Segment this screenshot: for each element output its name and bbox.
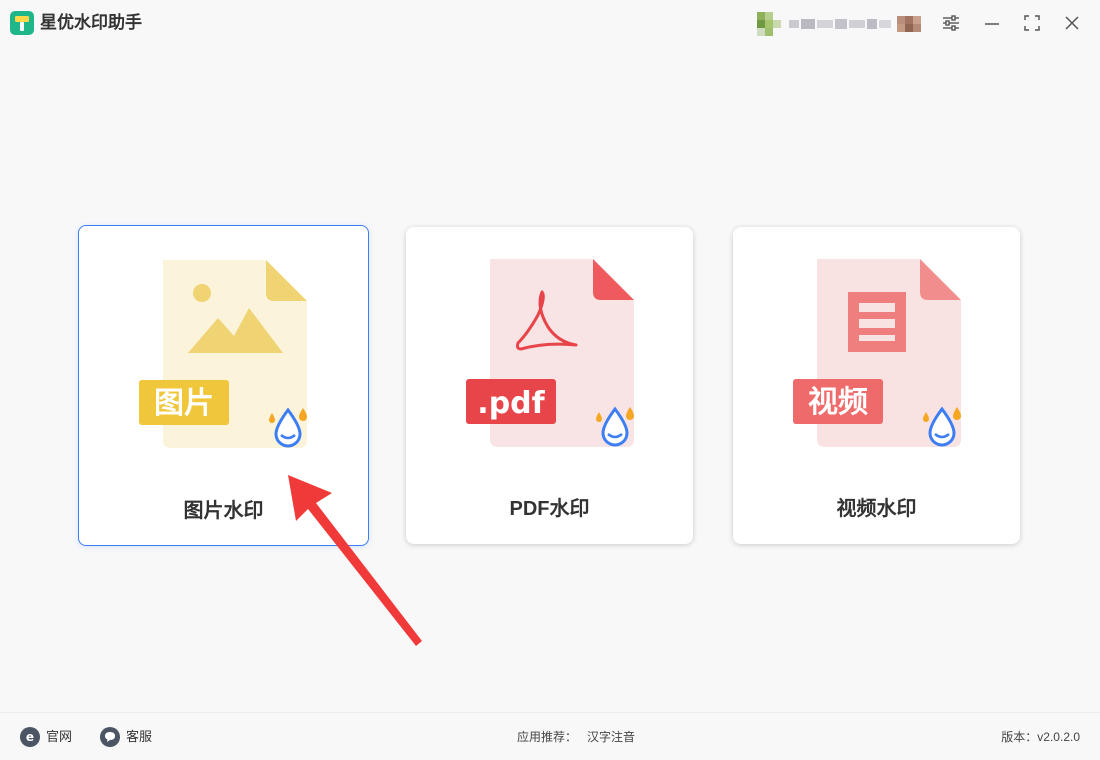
video-badge-text: 视频 bbox=[808, 385, 868, 420]
settings-button[interactable] bbox=[940, 12, 962, 34]
sliders-icon bbox=[943, 15, 959, 31]
card-image-watermark[interactable]: 图片 图片水印 bbox=[78, 225, 369, 546]
image-badge-text: 图片 bbox=[154, 386, 214, 421]
card-label: 视频水印 bbox=[836, 498, 917, 520]
website-label: 官网 bbox=[46, 729, 73, 744]
app-logo-icon bbox=[10, 11, 34, 35]
close-button[interactable] bbox=[1061, 12, 1083, 34]
card-label: 图片水印 bbox=[183, 500, 264, 522]
chat-icon bbox=[100, 727, 120, 747]
pdf-file-icon: .pdf bbox=[466, 259, 634, 447]
card-pdf-watermark[interactable]: .pdf PDF水印 bbox=[406, 227, 693, 544]
website-link[interactable]: e 官网 bbox=[20, 727, 72, 747]
title-bar: 星优水印助手 bbox=[0, 0, 1100, 46]
svg-text:e: e bbox=[26, 730, 34, 744]
user-account-avatar[interactable] bbox=[757, 10, 923, 38]
maximize-button[interactable] bbox=[1021, 12, 1043, 34]
recommend-prefix: 应用推荐： bbox=[517, 730, 578, 744]
app-recommendation: 应用推荐： 汉字注音 bbox=[517, 728, 635, 745]
support-link[interactable]: 客服 bbox=[100, 727, 152, 747]
minimize-button[interactable] bbox=[981, 12, 1003, 34]
maximize-icon bbox=[1024, 15, 1040, 31]
app-title: 星优水印助手 bbox=[40, 13, 142, 32]
version-info: 版本：v2.0.2.0 bbox=[1001, 728, 1080, 745]
version-prefix: 版本： bbox=[1001, 730, 1038, 744]
video-file-icon: 视频 bbox=[793, 259, 961, 447]
bottom-bar: e 官网 客服 应用推荐： 汉字注音 版本：v2.0.2.0 bbox=[0, 712, 1100, 760]
recommend-app-link[interactable]: 汉字注音 bbox=[587, 730, 635, 744]
minimize-icon bbox=[985, 23, 999, 25]
image-file-icon: 图片 bbox=[139, 260, 307, 448]
pdf-badge-text: .pdf bbox=[477, 386, 545, 421]
close-icon bbox=[1065, 16, 1079, 30]
browser-icon: e bbox=[20, 727, 40, 747]
card-video-watermark[interactable]: 视频 视频水印 bbox=[733, 227, 1020, 544]
card-label: PDF水印 bbox=[509, 498, 590, 520]
version-number: v2.0.2.0 bbox=[1037, 730, 1080, 744]
support-label: 客服 bbox=[126, 729, 153, 744]
app-window: 星优水印助手 图片 图片水印 .pdf PDF水印 视频 视频水印 e 官网 客… bbox=[0, 0, 1100, 760]
